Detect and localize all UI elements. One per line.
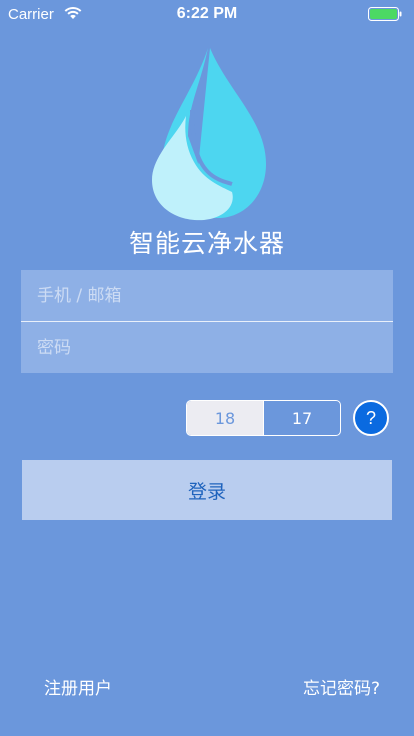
help-button[interactable]: ? bbox=[353, 400, 389, 436]
segment-18[interactable]: 18 bbox=[187, 401, 263, 435]
segmented-control: 18 17 bbox=[186, 400, 341, 436]
water-drop-logo-icon bbox=[152, 48, 266, 221]
login-form bbox=[21, 270, 393, 373]
account-input[interactable] bbox=[35, 284, 393, 307]
question-mark-icon: ? bbox=[365, 407, 376, 428]
segment-17[interactable]: 17 bbox=[263, 401, 340, 435]
account-field[interactable] bbox=[21, 270, 393, 321]
login-button[interactable]: 登录 bbox=[22, 460, 392, 520]
password-input[interactable] bbox=[35, 336, 393, 359]
clock: 6:22 PM bbox=[176, 5, 238, 22]
status-bar: Carrier 6:22 PM bbox=[0, 0, 414, 28]
password-field[interactable] bbox=[21, 322, 393, 373]
battery-icon bbox=[368, 7, 402, 21]
app-title: 智能云净水器 bbox=[128, 229, 285, 258]
register-link[interactable]: 注册用户 bbox=[44, 674, 112, 699]
forgot-password-link[interactable]: 忘记密码? bbox=[303, 674, 380, 699]
